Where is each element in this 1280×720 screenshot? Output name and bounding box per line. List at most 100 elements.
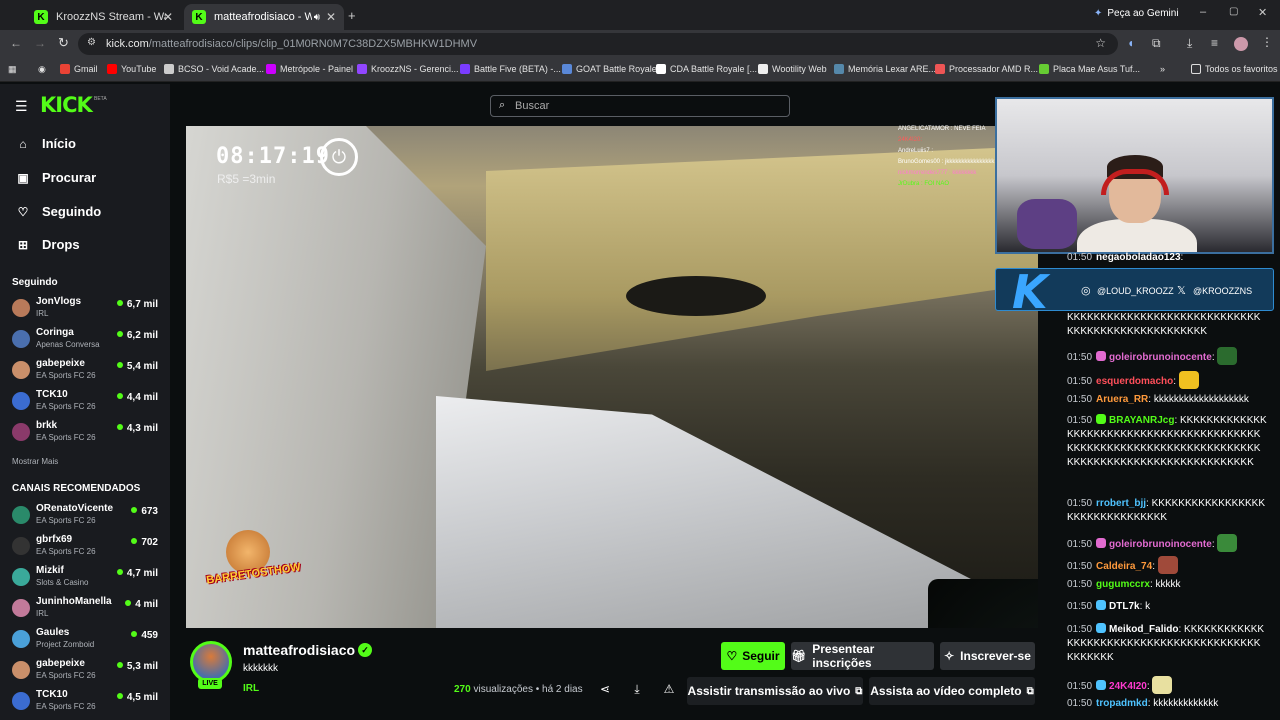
- recommended-channel-item[interactable]: gbrfx69 EA Sports FC 26 702: [12, 534, 162, 560]
- reading-list-icon[interactable]: ≡: [1211, 36, 1218, 50]
- follow-button[interactable]: ♡ Seguir: [721, 642, 785, 670]
- chat-timestamp: 01:50: [1067, 394, 1093, 405]
- extension-icon[interactable]: ◖: [1127, 36, 1134, 50]
- address-bar[interactable]: ⚙ kick.com/matteafrodisiaco/clips/clip_0…: [78, 33, 1118, 55]
- watch-full-video-button[interactable]: Assista ao vídeo completo ⧉: [869, 677, 1035, 705]
- chat-badge-icon: [1096, 538, 1107, 548]
- following-channel-item[interactable]: brkk EA Sports FC 26 4,3 mil: [12, 420, 162, 446]
- gift-subs-button[interactable]: 🎁︎ Presentear inscrições: [791, 642, 934, 670]
- channel-category: EA Sports FC 26: [36, 702, 96, 711]
- maximize-icon[interactable]: ▢: [1229, 6, 1238, 17]
- recommended-channel-item[interactable]: Gaules Project Zomboid 459: [12, 627, 162, 653]
- bookmark-item[interactable]: CDA Battle Royale [...: [656, 64, 757, 74]
- new-tab-icon[interactable]: +: [348, 8, 356, 23]
- nav-following[interactable]: ♡ Seguindo: [16, 204, 102, 219]
- chat-emote-icon: [1157, 556, 1178, 574]
- bookmark-item[interactable]: Metrópole - Painel: [266, 64, 353, 74]
- browser-tab-active[interactable]: K matteafrodisiaco - Watch cl 🔊︎ ✕: [184, 4, 344, 30]
- back-icon[interactable]: ←: [10, 36, 22, 50]
- browser-tab[interactable]: K KroozzNS Stream - Watch Live o ✕: [26, 4, 181, 30]
- following-channel-item[interactable]: gabepeixe EA Sports FC 26 5,4 mil: [12, 358, 162, 384]
- chat-username[interactable]: BRAYANRJcg: [1109, 415, 1174, 426]
- chat-username[interactable]: rrobert_bjj: [1096, 498, 1146, 509]
- nav-drops[interactable]: ⊞ Drops: [16, 237, 80, 252]
- apps-icon[interactable]: ▦: [8, 64, 17, 75]
- download-clip-icon[interactable]: ⤓: [629, 682, 645, 698]
- show-more-link[interactable]: Mostrar Mais: [12, 457, 58, 466]
- plush-toy: [1017, 199, 1077, 249]
- close-tab-icon[interactable]: ✕: [326, 10, 336, 24]
- chat-username[interactable]: esquerdomacho: [1096, 376, 1173, 387]
- bookmark-item[interactable]: GOAT Battle Royale: [562, 64, 657, 74]
- bookmark-item[interactable]: Processador AMD R...: [935, 64, 1038, 74]
- close-window-icon[interactable]: ✕: [1258, 6, 1267, 19]
- video-player[interactable]: [186, 126, 1038, 628]
- nav-home[interactable]: ⌂ Início: [16, 136, 76, 151]
- chat-username[interactable]: Meikod_Falido: [1109, 624, 1178, 635]
- chat-username[interactable]: Caldeira_74: [1096, 561, 1152, 572]
- recommended-channel-item[interactable]: JuninhoManella IRL 4 mil: [12, 596, 162, 622]
- chat-username[interactable]: DTL7k: [1109, 601, 1140, 612]
- all-bookmarks-folder[interactable]: Todos os favoritos: [1191, 64, 1278, 74]
- bookmark-item[interactable]: YouTube: [107, 64, 156, 74]
- category-link[interactable]: IRL: [243, 683, 259, 694]
- heart-icon: ♡: [726, 649, 738, 663]
- chat-timestamp: 01:50: [1067, 601, 1093, 612]
- reload-icon[interactable]: ↻: [58, 35, 69, 51]
- search-input[interactable]: ⌕ Buscar: [490, 95, 790, 117]
- recommended-channel-item[interactable]: ORenatoVicente EA Sports FC 26 673: [12, 503, 162, 529]
- following-channel-item[interactable]: JonVlogs IRL 6,7 mil: [12, 296, 162, 322]
- more-bookmarks-icon[interactable]: »: [1160, 64, 1165, 74]
- minimize-icon[interactable]: –: [1200, 6, 1206, 18]
- recommended-channel-item[interactable]: TCK10 EA Sports FC 26 4,5 mil: [12, 689, 162, 715]
- nav-browse[interactable]: ▣ Procurar: [16, 170, 96, 185]
- kick-logo[interactable]: KICK: [40, 93, 93, 117]
- chat-text: kkkkkkkkkkkkk: [1153, 698, 1219, 709]
- profile-avatar[interactable]: [1234, 37, 1248, 51]
- channel-avatar[interactable]: [190, 641, 232, 683]
- following-channel-item[interactable]: TCK10 EA Sports FC 26 4,4 mil: [12, 389, 162, 415]
- close-tab-icon[interactable]: ✕: [163, 10, 173, 24]
- following-channel-item[interactable]: Coringa Apenas Conversa 6,2 mil: [12, 327, 162, 353]
- bookmark-item[interactable]: Memória Lexar ARE...: [834, 64, 936, 74]
- chat-timestamp: 01:50: [1067, 698, 1093, 709]
- report-icon[interactable]: ⚠: [661, 682, 677, 698]
- extensions-puzzle-icon[interactable]: ⧉: [1152, 36, 1161, 51]
- bookmark-item[interactable]: BCSO - Void Acade...: [164, 64, 264, 74]
- channel-avatar: [12, 599, 30, 617]
- chat-username[interactable]: gugumccrx: [1096, 579, 1150, 590]
- site-info-icon[interactable]: ⚙: [87, 37, 96, 48]
- audio-icon[interactable]: 🔊︎: [314, 12, 320, 23]
- download-icon[interactable]: ⤓: [1187, 36, 1192, 51]
- bookmark-item[interactable]: Battle Five (BETA) -...: [460, 64, 561, 74]
- menu-icon[interactable]: ⋮: [1261, 35, 1273, 49]
- gemini-button[interactable]: ✦ Peça ao Gemini: [1094, 8, 1179, 19]
- bookmark-star-icon[interactable]: ☆: [1095, 36, 1106, 50]
- viewer-count: 4,5 mil: [117, 692, 158, 703]
- star-icon: ✧: [944, 649, 955, 663]
- chat-username[interactable]: 24K4I20: [1109, 681, 1147, 692]
- bookmark-item[interactable]: Gmail: [60, 64, 98, 74]
- globe-icon[interactable]: ◉: [38, 64, 46, 75]
- recommended-channel-item[interactable]: gabepeixe EA Sports FC 26 5,3 mil: [12, 658, 162, 684]
- channel-category: EA Sports FC 26: [36, 547, 96, 556]
- chat-username[interactable]: goleirobrunoinocente: [1109, 539, 1212, 550]
- chat-username[interactable]: negaoboladao123: [1096, 252, 1180, 263]
- share-icon[interactable]: ⋖: [597, 682, 613, 698]
- bookmark-item[interactable]: KroozzNS - Gerenci...: [357, 64, 459, 74]
- bookmark-item[interactable]: Placa Mae Asus Tuf...: [1039, 64, 1140, 74]
- hamburger-menu-icon[interactable]: ☰: [15, 98, 28, 115]
- channel-avatar: [12, 661, 30, 679]
- chat-username[interactable]: tropadmkd: [1096, 698, 1148, 709]
- bookmark-item[interactable]: Wootility Web: [758, 64, 827, 74]
- chat-username[interactable]: Aruera_RR: [1096, 394, 1148, 405]
- watch-live-button[interactable]: Assistir transmissão ao vivo ⧉: [687, 677, 863, 705]
- channel-name[interactable]: matteafrodisiaco: [243, 642, 355, 658]
- recommended-channel-item[interactable]: Mizkif Slots & Casino 4,7 mil: [12, 565, 162, 591]
- bag-shape: [626, 276, 766, 316]
- channel-name: gbrfx69: [36, 534, 73, 545]
- channel-category: EA Sports FC 26: [36, 671, 96, 680]
- forward-icon[interactable]: →: [34, 36, 46, 50]
- subscribe-button[interactable]: ✧ Inscrever-se: [940, 642, 1035, 670]
- chat-username[interactable]: goleirobrunoinocente: [1109, 352, 1212, 363]
